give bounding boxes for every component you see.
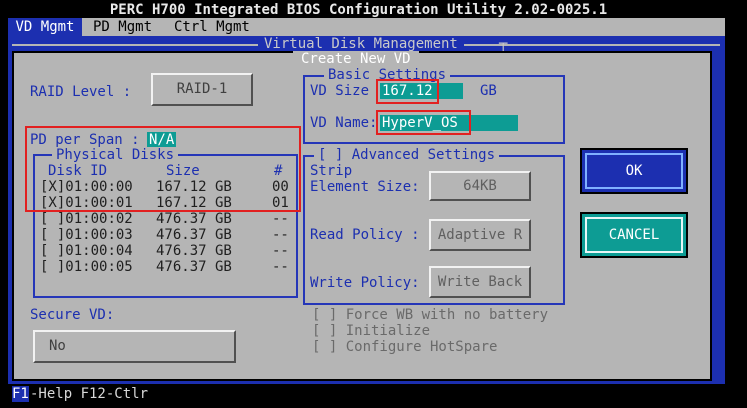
disk-size: 476.37 GB — [156, 243, 232, 259]
highlight-box-vd-name — [376, 110, 471, 135]
read-policy-select[interactable]: Adaptive R — [429, 219, 531, 251]
force-wb-checkbox[interactable]: [ ] Force WB with no battery — [312, 307, 548, 323]
disk-size: 476.37 GB — [156, 227, 232, 243]
advanced-settings-checkbox[interactable]: [ ] Advanced Settings — [314, 147, 500, 163]
help-text: -Help F12-Ctlr — [30, 386, 149, 402]
disk-checkbox[interactable]: [ ] — [40, 227, 65, 243]
menu-ctrl-mgmt[interactable]: Ctrl Mgmt — [174, 18, 250, 36]
write-policy-label: Write Policy: — [310, 275, 420, 291]
configure-hotspare-checkbox[interactable]: [ ] Configure HotSpare — [312, 339, 497, 355]
disk-id: 01:00:03 — [65, 227, 133, 243]
vd-size-label: VD Size — [310, 83, 370, 99]
menu-pd-mgmt[interactable]: PD Mgmt — [93, 18, 152, 36]
strip-size-select[interactable]: 64KB — [429, 171, 531, 201]
disk-number: -- — [272, 211, 289, 227]
menu-vd-mgmt[interactable]: VD Mgmt — [8, 18, 82, 36]
disk-checkbox[interactable]: [ ] — [40, 243, 65, 259]
disk-row[interactable]: [ ]01:00:03 476.37 GB -- — [40, 227, 289, 243]
disk-row[interactable]: [ ]01:00:05 476.37 GB -- — [40, 259, 289, 275]
disk-id: 01:00:04 — [65, 243, 133, 259]
element-size-label: Element Size: — [310, 179, 420, 195]
vd-size-unit: GB — [480, 83, 497, 99]
disk-size: 476.37 GB — [156, 259, 232, 275]
raid-level-label: RAID Level : — [30, 84, 132, 100]
secure-vd-select[interactable]: No — [33, 330, 236, 363]
secure-vd-label: Secure VD: — [30, 307, 115, 323]
help-key: F1 — [12, 386, 29, 402]
ok-button-label: OK — [585, 153, 683, 189]
raid-level-select[interactable]: RAID-1 — [151, 73, 253, 106]
read-policy-label: Read Policy : — [310, 227, 420, 243]
highlight-box-vd-size — [376, 79, 439, 104]
disk-number: -- — [272, 243, 289, 259]
write-policy-select[interactable]: Write Back — [429, 266, 531, 298]
dialog-title: Create New VD — [293, 51, 419, 67]
window-edge — [725, 0, 747, 408]
disk-row[interactable]: [ ]01:00:02 476.37 GB -- — [40, 211, 289, 227]
vd-name-label: VD Name: — [310, 115, 378, 131]
highlight-box-disks — [25, 126, 301, 212]
disk-row[interactable]: [ ]01:00:04 476.37 GB -- — [40, 243, 289, 259]
panel-title: Virtual Disk Management — [258, 36, 464, 52]
disk-size: 476.37 GB — [156, 211, 232, 227]
disk-number: -- — [272, 227, 289, 243]
disk-checkbox[interactable]: [ ] — [40, 259, 65, 275]
cancel-button-label: CANCEL — [585, 217, 683, 253]
disk-number: -- — [272, 259, 289, 275]
panel-mark: ┬ — [499, 36, 508, 52]
disk-checkbox[interactable]: [ ] — [40, 211, 65, 227]
disk-id: 01:00:05 — [65, 259, 133, 275]
strip-label: Strip — [310, 163, 353, 179]
app-title: PERC H700 Integrated BIOS Configuration … — [109, 2, 608, 18]
initialize-checkbox[interactable]: [ ] Initialize — [312, 323, 430, 339]
disk-id: 01:00:02 — [65, 211, 133, 227]
